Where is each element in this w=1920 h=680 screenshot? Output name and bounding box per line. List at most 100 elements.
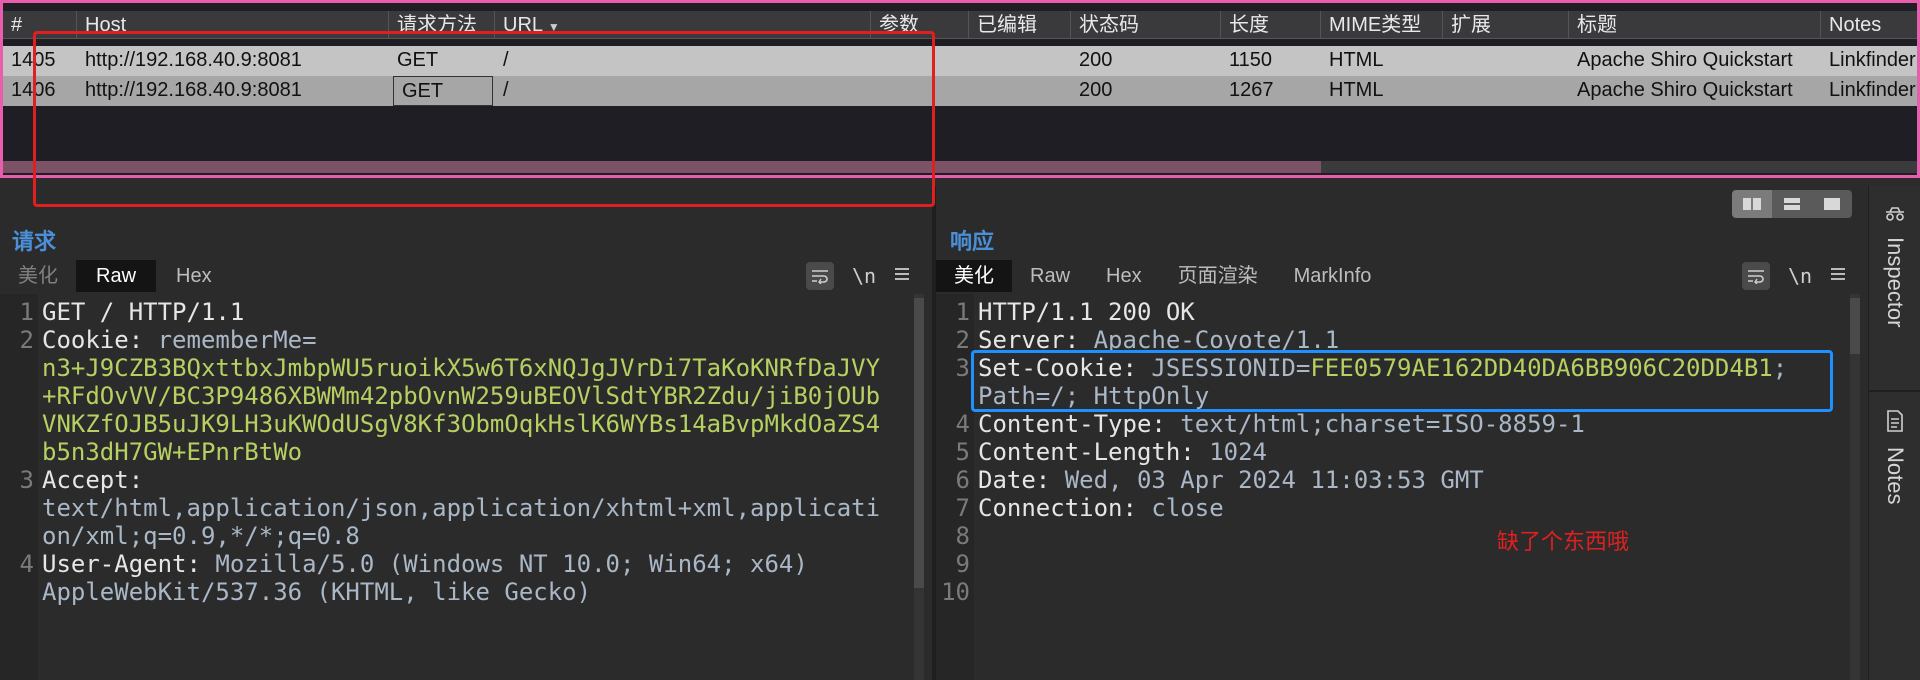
line-number: 3 [19, 466, 34, 494]
row-length: 1267 [1229, 79, 1274, 101]
header-value: Apache-Coyote/1.1 [1093, 326, 1340, 354]
response-editor[interactable]: 1 HTTP/1.1 200 OK 2 Server: Apache-Coyot… [936, 294, 1868, 680]
row-edited [969, 46, 1071, 76]
request-tab-pretty[interactable]: 美化 [0, 260, 76, 292]
set-cookie-line: Set-Cookie: JSESSIONID=FEE0579AE162DD40D… [978, 354, 1787, 382]
notes-label: Notes [1883, 447, 1908, 505]
col-host[interactable]: Host [77, 11, 389, 38]
layout-toggle [1732, 190, 1852, 218]
request-toolbar: \n [806, 262, 910, 290]
row-notes: Linkfinder [1829, 79, 1916, 101]
row-status: 200 [1079, 79, 1113, 101]
notes-panel-toggle[interactable]: Notes [1869, 410, 1920, 504]
col-edited[interactable]: 已编辑 [969, 11, 1071, 38]
response-tab-render[interactable]: 页面渲染 [1160, 260, 1276, 292]
row-host: http://192.168.40.9:8081 [85, 79, 302, 101]
col-extension[interactable]: 扩展 [1443, 11, 1569, 38]
header-key: Content-Length: [978, 438, 1210, 466]
response-tab-pretty[interactable]: 美化 [936, 260, 1012, 292]
split-horizontal-icon[interactable] [1732, 190, 1772, 218]
col-method[interactable]: 请求方法 [389, 11, 495, 38]
accept-value-line: text/html,application/json,application/x… [42, 494, 881, 522]
col-notes[interactable]: Notes [1821, 11, 1917, 38]
response-title: 响应 [950, 229, 995, 254]
inspector-icon [1883, 206, 1907, 227]
wrap-icon[interactable] [806, 262, 834, 290]
header-key: Server: [978, 326, 1094, 354]
menu-icon[interactable] [1830, 267, 1846, 286]
request-editor[interactable]: 1 GET / HTTP/1.1 2 Cookie: rememberMe= n… [0, 294, 932, 680]
http-history-table: # Host 请求方法 URL ▼ 参数 已编辑 状态码 长度 MIME类型 扩… [0, 0, 1920, 178]
newline-toggle[interactable]: \n [852, 264, 876, 288]
table-header: # Host 请求方法 URL ▼ 参数 已编辑 状态码 长度 MIME类型 扩… [3, 11, 1917, 39]
accept-value-line: on/xml;q=0.9,*/*;q=0.8 [42, 522, 360, 550]
cookie-header-line: Cookie: rememberMe= [42, 326, 317, 354]
row-mime: HTML [1329, 49, 1384, 71]
newline-toggle[interactable]: \n [1788, 264, 1812, 288]
row-method[interactable]: GET [393, 76, 493, 106]
single-pane-icon[interactable] [1812, 190, 1852, 218]
line-number: 1 [19, 298, 34, 326]
col-num[interactable]: # [3, 11, 77, 38]
row-extension [1443, 76, 1569, 106]
response-scroll-thumb[interactable] [1850, 298, 1860, 354]
row-title: Apache Shiro Quickstart [1577, 79, 1793, 101]
request-tab-raw[interactable]: Raw [76, 260, 157, 292]
col-params[interactable]: 参数 [871, 11, 969, 38]
header-key: Accept: [42, 466, 144, 494]
col-url[interactable]: URL ▼ [495, 11, 871, 38]
row-mime: HTML [1329, 79, 1384, 101]
table-row[interactable]: 1405 http://192.168.40.9:8081 GET / 200 … [3, 46, 1917, 76]
request-tabs: 美化 Raw Hex [0, 260, 232, 292]
request-tab-hex[interactable]: Hex [156, 260, 232, 292]
response-tab-hex[interactable]: Hex [1088, 260, 1160, 292]
header-key: Date: [978, 466, 1065, 494]
response-toolbar: \n [1742, 262, 1846, 290]
accept-header-line: Accept: [42, 466, 143, 494]
line-number: 3 [955, 354, 970, 382]
line-number: 1 [955, 298, 970, 326]
inspector-panel-toggle[interactable]: Inspector [1869, 206, 1920, 328]
row-extension [1443, 46, 1569, 76]
response-tab-markinfo[interactable]: MarkInfo [1276, 260, 1390, 292]
row-edited [969, 76, 1071, 106]
cookie-value-line: b5n3dH7GW+EPnrBtWo [42, 438, 303, 466]
horizontal-scroll-thumb[interactable] [3, 161, 1321, 173]
line-number: 6 [955, 466, 970, 494]
notes-icon [1886, 410, 1904, 437]
col-length[interactable]: 长度 [1221, 11, 1321, 38]
col-url-label: URL [503, 14, 543, 36]
inspector-label: Inspector [1883, 237, 1908, 328]
header-value: Wed, 03 Apr 2024 11:03:53 GMT [1064, 466, 1484, 494]
table-row[interactable]: 1406 http://192.168.40.9:8081 GET / 200 … [3, 76, 1917, 106]
request-pane: 请求 美化 Raw Hex \n 1 GET / HTTP/1.1 2 Cook… [0, 186, 932, 680]
header-value: close [1151, 494, 1224, 522]
cookie-value-line: n3+J9CZB3BQxttbxJmbpWU5ruoikX5w6T6xNQJgJ… [42, 354, 881, 382]
header-value: text/html;charset=ISO-8859-1 [1180, 410, 1585, 438]
connection-line: Connection: close [978, 494, 1224, 522]
col-mime[interactable]: MIME类型 [1321, 11, 1443, 38]
user-agent-line: User-Agent: Mozilla/5.0 (Windows NT 10.0… [42, 550, 808, 578]
header-value: rememberMe= [157, 326, 317, 354]
set-cookie-cont-line: Path=/; HttpOnly [978, 382, 1210, 410]
row-title: Apache Shiro Quickstart [1577, 49, 1793, 71]
wrap-icon[interactable] [1742, 262, 1770, 290]
row-status: 200 [1079, 49, 1113, 71]
user-agent-value-line: AppleWebKit/537.36 (KHTML, like Gecko) [42, 578, 592, 606]
response-tab-raw[interactable]: Raw [1012, 260, 1088, 292]
col-title[interactable]: 标题 [1569, 11, 1821, 38]
split-vertical-icon[interactable] [1772, 190, 1812, 218]
header-key: Cookie: [42, 326, 158, 354]
request-scroll-thumb[interactable] [914, 298, 924, 588]
menu-icon[interactable] [894, 267, 910, 286]
sort-down-icon: ▼ [547, 20, 560, 34]
line-number: 8 [955, 522, 970, 550]
row-params [871, 76, 969, 106]
annotation-text: 缺了个东西哦 [1497, 530, 1630, 555]
cookie-value-line: +RFdOvVV/BC3P9486XBWMm42pbOvnW259uBEOVlS… [42, 382, 881, 410]
sidebar-divider [1869, 390, 1920, 392]
line-number: 7 [955, 494, 970, 522]
row-method: GET [397, 49, 439, 71]
col-status[interactable]: 状态码 [1071, 11, 1221, 38]
request-line: GET / HTTP/1.1 [42, 298, 245, 326]
